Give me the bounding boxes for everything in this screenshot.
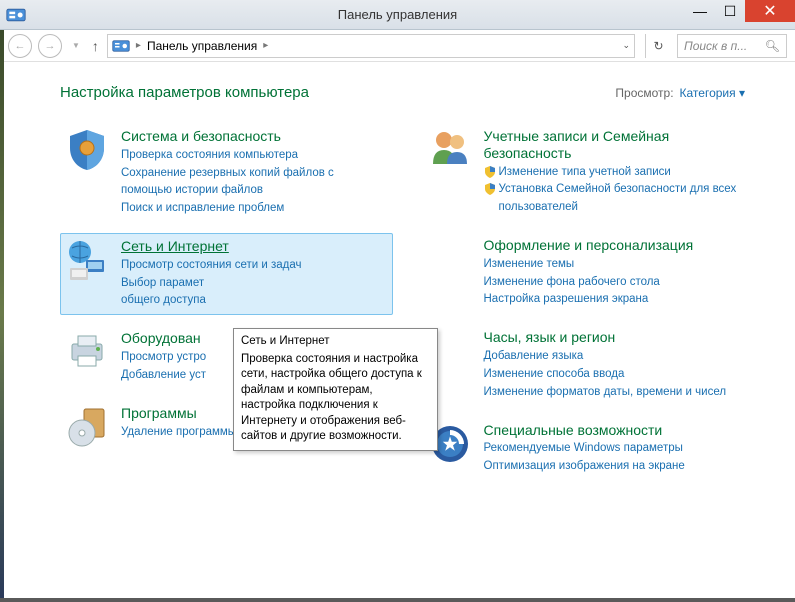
category-link[interactable]: общего доступа [121,292,388,310]
category-link[interactable]: Сохранение резервных копий файлов с помо… [121,165,388,201]
category-appearance[interactable]: Оформление и персонализация Изменение те… [423,232,756,314]
category-title[interactable]: Сеть и Интернет [121,238,388,255]
control-panel-icon [112,39,130,53]
category-title[interactable]: Учетные записи и Семейная безопасность [484,128,751,162]
view-label: Просмотр: [615,86,673,100]
category-clock-language-region[interactable]: Часы, язык и регион Добавление языка Изм… [423,324,756,406]
category-title[interactable]: Часы, язык и регион [484,329,751,346]
category-link[interactable]: Изменение темы [484,256,751,274]
category-system-security[interactable]: Система и безопасность Проверка состояни… [60,123,393,223]
uac-shield-icon [484,166,496,178]
breadcrumb-separator-icon[interactable]: ▸ [136,40,141,51]
breadcrumb-separator-icon[interactable]: ▸ [263,40,268,51]
printer-icon [65,330,109,374]
titlebar[interactable]: Панель управления — ☐ ✕ [0,0,795,30]
appearance-icon [428,237,472,281]
right-column: Учетные записи и Семейная безопасность И… [423,123,756,481]
search-icon: 🔍︎ [765,39,780,53]
desktop-edge [0,30,4,598]
category-title[interactable]: Система и безопасность [121,128,388,145]
category-link[interactable]: Поиск и исправление проблем [121,200,388,218]
category-ease-of-access[interactable]: Специальные возможности Рекомендуемые Wi… [423,417,756,481]
forward-button[interactable]: → [38,34,62,58]
page-title: Настройка параметров компьютера [60,84,309,101]
window-title: Панель управления [338,7,457,22]
view-dropdown[interactable]: Категория ▾ [680,86,745,100]
tooltip-title: Сеть и Интернет [241,334,430,350]
search-input[interactable]: Поиск в п... 🔍︎ [677,34,787,58]
history-dropdown[interactable]: ▼ [72,41,80,50]
back-button[interactable]: ← [8,34,32,58]
category-link[interactable]: Изменение форматов даты, времени и чисел [484,384,751,402]
category-title[interactable]: Специальные возможности [484,422,751,439]
minimize-button[interactable]: — [685,0,715,22]
category-link[interactable]: Рекомендуемые Windows параметры [484,440,751,458]
category-link[interactable]: Просмотр состояния сети и задач [121,257,388,275]
category-link[interactable]: Установка Семейной безопасности для всех… [499,181,751,217]
category-link[interactable]: Выбор парамет [121,275,388,293]
category-link[interactable]: Настройка разрешения экрана [484,291,751,309]
category-network-internet[interactable]: Сеть и Интернет Просмотр состояния сети … [60,233,393,315]
close-button[interactable]: ✕ [745,0,795,22]
tooltip-body: Проверка состояния и настройка сети, нас… [241,352,430,445]
window-controls: — ☐ ✕ [685,0,795,22]
category-link[interactable]: Изменение фона рабочего стола [484,274,751,292]
tooltip: Сеть и Интернет Проверка состояния и нас… [233,328,438,451]
maximize-button[interactable]: ☐ [715,0,745,22]
up-button[interactable]: ↑ [92,38,99,54]
category-link[interactable]: Проверка состояния компьютера [121,147,388,165]
category-title[interactable]: Оформление и персонализация [484,237,751,254]
view-selector: Просмотр: Категория ▾ [615,86,745,100]
address-bar[interactable]: ▸ Панель управления ▸ ⌄ [107,34,635,58]
content-area: Настройка параметров компьютера Просмотр… [0,62,795,598]
control-panel-window: Панель управления — ☐ ✕ ← → ▼ ↑ ▸ Панель… [0,0,795,598]
breadcrumb-item[interactable]: Панель управления [147,39,257,53]
category-link[interactable]: Оптимизация изображения на экране [484,458,751,476]
address-dropdown-icon[interactable]: ⌄ [622,40,630,51]
people-icon [428,128,472,172]
refresh-button[interactable]: ↻ [645,34,671,58]
shield-icon [65,128,109,172]
control-panel-icon [6,7,26,23]
navigation-bar: ← → ▼ ↑ ▸ Панель управления ▸ ⌄ ↻ Поиск … [0,30,795,62]
category-user-accounts[interactable]: Учетные записи и Семейная безопасность И… [423,123,756,222]
category-link[interactable]: Изменение типа учетной записи [499,164,671,182]
category-link[interactable]: Добавление языка [484,348,751,366]
uac-shield-icon [484,183,496,195]
search-placeholder: Поиск в п... [684,39,747,53]
category-link[interactable]: Изменение способа ввода [484,366,751,384]
globe-network-icon [65,238,109,282]
disc-box-icon [65,405,109,449]
